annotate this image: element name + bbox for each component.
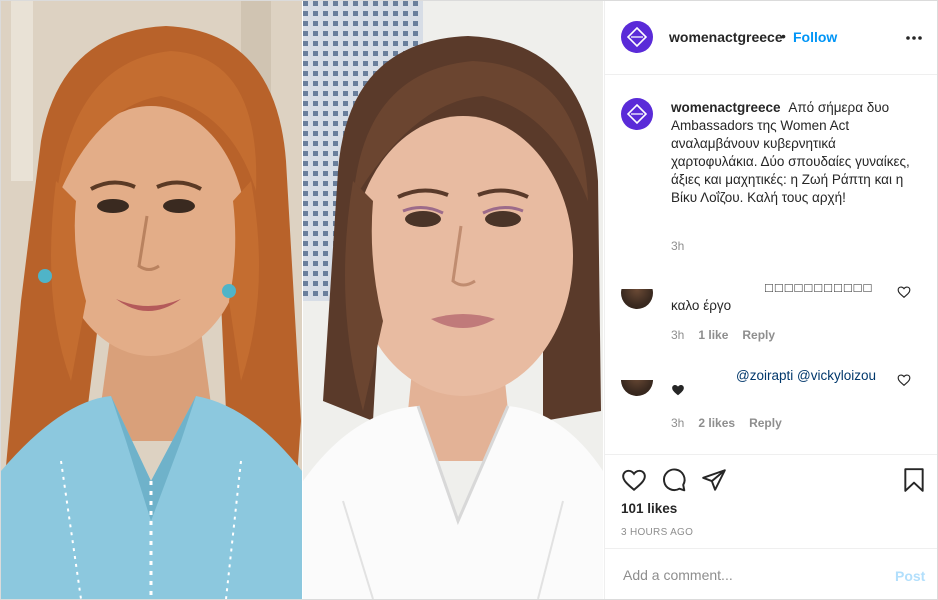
reply-button[interactable]: Reply <box>742 328 775 342</box>
separator-dot: • <box>781 28 786 44</box>
comment-likes[interactable]: 1 like <box>698 328 728 342</box>
black-heart-emoji-icon <box>672 385 684 396</box>
diamond-logo-icon <box>627 27 647 47</box>
share-icon[interactable] <box>701 467 727 493</box>
post-media[interactable] <box>1 1 603 599</box>
comment-meta: 3h 2 likes Reply <box>671 416 782 430</box>
comment-mentions: @zoirapti @vickyloizou <box>736 368 876 383</box>
mention-link[interactable]: @vickyloizou <box>797 368 876 383</box>
instagram-post-window: womenactgreece • Follow womenactgreece Α… <box>0 0 938 600</box>
caption-avatar[interactable] <box>621 98 653 130</box>
add-comment-input[interactable] <box>621 563 875 587</box>
post-caption: womenactgreece Από σήμερα δυο Ambassador… <box>671 99 921 207</box>
more-options-icon[interactable] <box>905 28 923 48</box>
comment-avatar[interactable] <box>621 380 653 396</box>
right-portrait-illustration <box>303 1 603 599</box>
heart-outline-icon[interactable] <box>897 373 911 387</box>
post-actions: 101 likes 3 HOURS AGO <box>605 454 937 548</box>
left-portrait-illustration <box>1 1 302 599</box>
mention-link[interactable]: @zoirapti <box>736 368 793 383</box>
comment-likes[interactable]: 2 likes <box>698 416 735 430</box>
comment-timestamp[interactable]: 3h <box>671 416 684 430</box>
likes-count[interactable]: 101 likes <box>621 501 677 516</box>
caption-text: Από σήμερα δυο Ambassadors της Women Act… <box>671 100 910 205</box>
post-comment-button[interactable]: Post <box>895 568 925 584</box>
comment-meta: 3h 1 like Reply <box>671 328 775 342</box>
comment-text: καλο έργο <box>671 298 732 313</box>
heart-outline-icon[interactable] <box>897 285 911 299</box>
comment-avatar[interactable] <box>621 289 653 309</box>
post-side-panel: womenactgreece • Follow womenactgreece Α… <box>604 1 937 599</box>
reply-button[interactable]: Reply <box>749 416 782 430</box>
diamond-logo-icon <box>627 104 647 124</box>
follow-button[interactable]: Follow <box>793 29 837 45</box>
caption-timestamp[interactable]: 3h <box>671 239 684 253</box>
right-portrait-photo <box>303 1 603 599</box>
heart-icon[interactable] <box>621 467 647 493</box>
bookmark-icon[interactable] <box>901 467 927 493</box>
post-header: womenactgreece • Follow <box>605 1 937 75</box>
comment-icon[interactable] <box>661 467 687 493</box>
caption-username[interactable]: womenactgreece <box>671 100 781 115</box>
left-portrait-photo <box>1 1 302 599</box>
add-comment-bar: Post <box>605 548 937 599</box>
profile-avatar[interactable] <box>621 21 653 53</box>
comment-username[interactable]: □□□□□□□□□□□ <box>765 280 873 295</box>
comment-timestamp[interactable]: 3h <box>671 328 684 342</box>
post-time-ago[interactable]: 3 HOURS AGO <box>621 527 693 538</box>
header-username[interactable]: womenactgreece <box>669 29 783 45</box>
